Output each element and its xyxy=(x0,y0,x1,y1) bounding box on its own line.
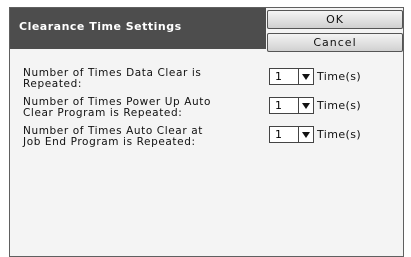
chevron-down-icon[interactable] xyxy=(298,127,313,142)
data-clear-repeat-label: Number of Times Data Clear is Repeated: xyxy=(23,68,263,90)
label-line: Job End Program is Repeated: xyxy=(23,136,196,148)
ok-button[interactable]: OK xyxy=(267,10,403,29)
unit-label: Time(s) xyxy=(317,128,362,141)
chevron-down-icon[interactable] xyxy=(298,98,313,113)
dialog-title-text: Clearance Time Settings xyxy=(19,20,182,33)
job-end-clear-repeat-select[interactable]: 1 xyxy=(269,126,314,143)
dialog-frame: Clearance Time Settings OK Cancel Number… xyxy=(0,0,411,257)
label-line: Repeated: xyxy=(23,78,83,90)
select-value: 1 xyxy=(275,128,282,141)
job-end-clear-repeat-label: Number of Times Auto Clear at Job End Pr… xyxy=(23,126,263,148)
select-value: 1 xyxy=(275,99,282,112)
unit-label: Time(s) xyxy=(317,70,362,83)
dialog-title: Clearance Time Settings xyxy=(10,8,266,49)
select-value: 1 xyxy=(275,70,282,83)
power-up-clear-repeat-select[interactable]: 1 xyxy=(269,97,314,114)
unit-label: Time(s) xyxy=(317,99,362,112)
label-line: Clear Program is Repeated: xyxy=(23,107,183,119)
data-clear-repeat-select[interactable]: 1 xyxy=(269,68,314,85)
chevron-down-icon[interactable] xyxy=(298,69,313,84)
power-up-clear-repeat-label: Number of Times Power Up Auto Clear Prog… xyxy=(23,97,263,119)
cancel-button[interactable]: Cancel xyxy=(267,33,403,52)
